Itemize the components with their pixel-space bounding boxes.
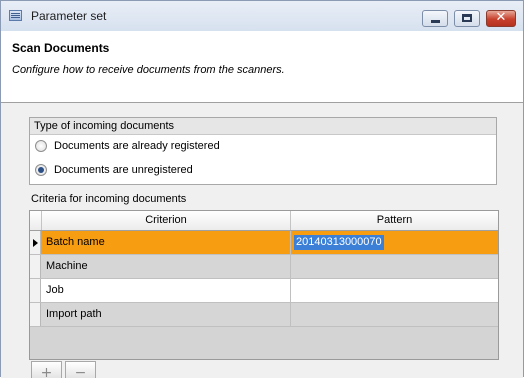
criterion-cell[interactable]: Machine bbox=[41, 255, 291, 278]
minus-icon: − bbox=[74, 365, 87, 381]
pattern-cell[interactable] bbox=[291, 279, 498, 302]
window-title: Parameter set bbox=[31, 9, 107, 23]
pattern-cell[interactable] bbox=[291, 255, 498, 278]
column-header-criterion[interactable]: Criterion bbox=[41, 211, 291, 230]
app-icon bbox=[9, 10, 22, 21]
row-selector[interactable] bbox=[30, 303, 41, 326]
row-selector[interactable] bbox=[30, 255, 41, 278]
incoming-type-group-label: Type of incoming documents bbox=[30, 118, 496, 135]
title-bar[interactable]: Parameter set ✕ bbox=[1, 1, 523, 31]
parameter-set-window: Parameter set ✕ Scan Documents Configure… bbox=[0, 0, 524, 381]
criteria-label: Criteria for incoming documents bbox=[31, 193, 187, 205]
minimize-button[interactable] bbox=[422, 10, 448, 27]
plus-icon: + bbox=[40, 365, 53, 381]
row-selector[interactable] bbox=[30, 231, 41, 254]
minimize-icon bbox=[431, 20, 440, 23]
grid-header-selector bbox=[30, 211, 41, 230]
radio-button-unregistered[interactable] bbox=[35, 164, 47, 176]
current-row-arrow-icon bbox=[33, 239, 38, 247]
criterion-cell[interactable]: Batch name bbox=[41, 231, 291, 254]
close-button[interactable]: ✕ bbox=[486, 10, 516, 27]
page-subtitle: Configure how to receive documents from … bbox=[12, 64, 285, 76]
radio-label-registered: Documents are already registered bbox=[54, 140, 220, 152]
add-criterion-button[interactable]: + bbox=[31, 361, 62, 381]
radio-label-unregistered: Documents are unregistered bbox=[54, 164, 193, 176]
criterion-cell[interactable]: Import path bbox=[41, 303, 291, 326]
dialog-body: Type of incoming documents Documents are… bbox=[1, 104, 523, 381]
table-row[interactable]: Batch name 20140313000070 bbox=[30, 231, 498, 255]
table-row[interactable]: Machine bbox=[30, 255, 498, 279]
column-header-pattern[interactable]: Pattern bbox=[291, 211, 498, 230]
pattern-edit-value[interactable]: 20140313000070 bbox=[294, 235, 384, 250]
criterion-cell[interactable]: Job bbox=[41, 279, 291, 302]
table-row[interactable]: Job bbox=[30, 279, 498, 303]
row-selector[interactable] bbox=[30, 279, 41, 302]
maximize-button[interactable] bbox=[454, 10, 480, 27]
page-header: Scan Documents Configure how to receive … bbox=[1, 31, 523, 103]
criteria-grid: Criterion Pattern Batch name 20140313000… bbox=[29, 210, 499, 360]
table-row[interactable]: Import path bbox=[30, 303, 498, 327]
remove-criterion-button[interactable]: − bbox=[65, 361, 96, 381]
incoming-type-group: Type of incoming documents Documents are… bbox=[29, 117, 497, 185]
pattern-cell[interactable] bbox=[291, 303, 498, 326]
pattern-cell[interactable]: 20140313000070 bbox=[291, 231, 498, 254]
page-title: Scan Documents bbox=[12, 41, 110, 55]
maximize-icon bbox=[462, 14, 472, 22]
radio-button-registered[interactable] bbox=[35, 140, 47, 152]
close-icon: ✕ bbox=[495, 10, 507, 25]
grid-header: Criterion Pattern bbox=[30, 211, 498, 231]
